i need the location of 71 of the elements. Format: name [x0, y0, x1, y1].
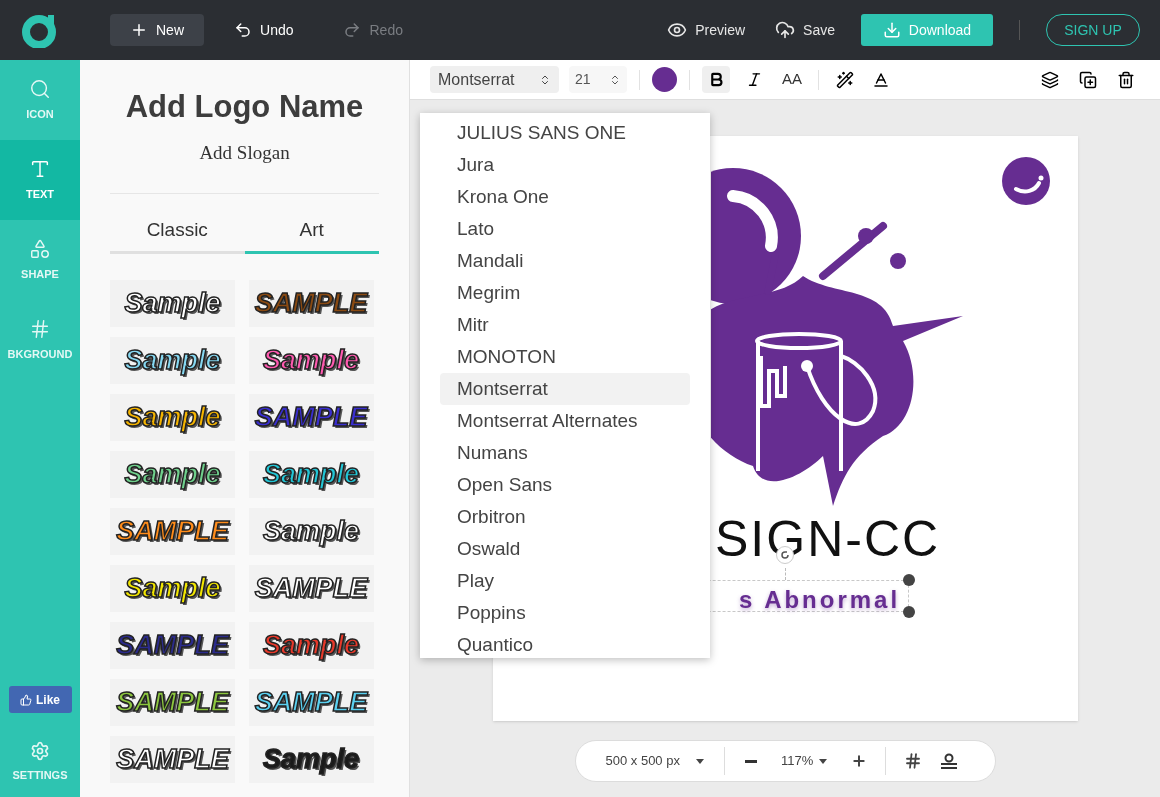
new-icon — [130, 21, 148, 39]
logo-name-text[interactable]: SIGN-CC — [715, 514, 941, 564]
text-style-preset[interactable]: Sample — [248, 621, 374, 669]
font-option[interactable]: Poppins — [440, 597, 690, 629]
caret-icon — [695, 758, 704, 764]
bold-button[interactable] — [702, 66, 730, 93]
download-icon — [882, 21, 901, 39]
smile-circle-icon — [1001, 156, 1051, 206]
minus-icon — [744, 759, 757, 763]
preview-icon — [667, 20, 688, 40]
font-select[interactable]: Montserrat — [430, 66, 559, 93]
font-option[interactable]: Orbitron — [440, 501, 690, 533]
font-option[interactable]: Montserrat — [440, 373, 690, 405]
canvas-size-select[interactable]: 500 x 500 px — [605, 751, 704, 771]
preview-button[interactable]: Preview — [653, 14, 760, 46]
font-option[interactable]: Megrim — [440, 277, 690, 309]
style-tab[interactable]: Art — [244, 216, 379, 254]
add-slogan-text[interactable]: Add Slogan — [110, 138, 379, 167]
font-option[interactable]: Quantico — [440, 629, 690, 658]
new-button[interactable]: New — [110, 14, 204, 46]
resize-handle[interactable] — [903, 606, 915, 618]
like-button[interactable]: Like — [8, 686, 72, 713]
grid-button[interactable] — [904, 752, 923, 770]
align-bottom-icon — [940, 753, 959, 769]
background-icon — [29, 317, 51, 340]
font-option[interactable]: Montserrat Alternates — [440, 405, 690, 437]
text-style-preset[interactable]: Sample — [248, 735, 374, 783]
font-option[interactable]: Open Sans — [440, 469, 690, 501]
text-style-preset[interactable]: Sample — [248, 336, 374, 384]
duplicate-icon — [1079, 70, 1097, 89]
redo-icon — [343, 21, 362, 39]
font-option[interactable]: Numans — [440, 437, 690, 469]
slogan-text[interactable]: s Abnormal — [739, 582, 901, 618]
save-icon — [775, 20, 796, 40]
app-logo[interactable] — [22, 12, 58, 48]
save-button[interactable]: Save — [761, 14, 849, 46]
text-style-preset[interactable]: SAMPLE — [110, 507, 235, 555]
layers-icon — [1041, 70, 1059, 89]
text-style-preset[interactable]: SAMPLE — [110, 621, 235, 669]
magic-wand-icon — [836, 70, 854, 89]
font-option[interactable]: Jura — [440, 149, 690, 181]
zoom-select[interactable]: 117% — [780, 751, 828, 771]
text-style-preset[interactable]: SAMPLE — [248, 393, 374, 441]
zoom-out-button[interactable] — [744, 759, 757, 763]
undo-button[interactable]: Undo — [214, 14, 314, 46]
font-option[interactable]: Play — [440, 565, 690, 597]
font-option[interactable]: Lato — [440, 213, 690, 245]
font-option[interactable]: Oswald — [440, 533, 690, 565]
text-style-preset[interactable]: SAMPLE — [110, 678, 235, 726]
caret-icon — [819, 758, 828, 764]
select-arrows-icon — [609, 73, 621, 86]
thumbs-up-icon — [20, 693, 32, 706]
font-size-select[interactable]: 21 — [569, 66, 627, 93]
font-option[interactable]: MONOTON — [440, 341, 690, 373]
undo-icon — [234, 21, 252, 39]
add-logo-name-text[interactable]: Add Logo Name — [110, 84, 379, 131]
font-option[interactable]: JULIUS SANS ONE — [440, 117, 690, 149]
settings-icon — [30, 740, 50, 761]
trash-icon — [1117, 70, 1135, 89]
font-option[interactable]: Krona One — [440, 181, 690, 213]
text-style-preset[interactable]: SAMPLE — [248, 279, 374, 327]
grid-icon — [904, 752, 923, 770]
shape-icon — [29, 237, 51, 260]
select-arrows-icon — [539, 73, 551, 86]
font-option[interactable]: Mitr — [440, 309, 690, 341]
style-tab[interactable]: Classic — [110, 216, 245, 254]
resize-handle[interactable] — [903, 574, 915, 586]
align-button[interactable] — [940, 753, 959, 769]
font-option[interactable]: Mandali — [440, 245, 690, 277]
text-case-button[interactable]: AA — [778, 66, 806, 93]
color-swatch[interactable] — [652, 67, 677, 92]
